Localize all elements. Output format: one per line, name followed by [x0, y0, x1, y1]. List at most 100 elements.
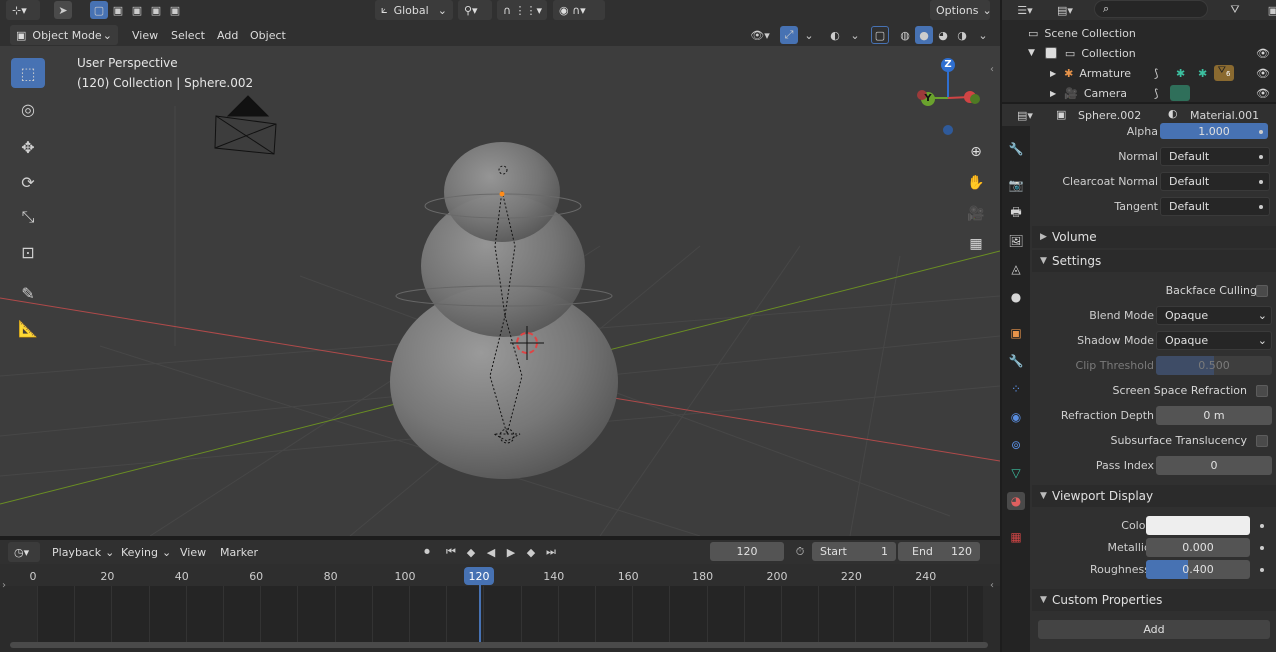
subsurface-checkbox[interactable] — [1256, 435, 1268, 447]
normal-field[interactable]: Default — [1160, 147, 1270, 166]
editor-type-button[interactable]: ⊹▾ — [6, 0, 40, 20]
menu-add[interactable]: Add — [211, 26, 244, 44]
ortho-toggle-button[interactable]: ▦ — [962, 230, 990, 258]
material-shading-icon[interactable]: ◕ — [934, 26, 952, 44]
camera-view-button[interactable]: 🎥 — [962, 200, 990, 228]
custom-properties-panel-header[interactable]: ▼ Custom Properties — [1032, 589, 1276, 611]
camera-object[interactable] — [214, 95, 277, 155]
next-keyframe-icon[interactable]: ◆ — [522, 543, 540, 561]
3d-viewport[interactable]: Z Y User Perspective (120) Collection | … — [0, 46, 1000, 536]
chevron-down-icon[interactable]: ⌄ — [800, 26, 818, 44]
collection-checkbox[interactable] — [1044, 47, 1057, 59]
scene-tab-icon[interactable]: ◬ — [1007, 260, 1025, 278]
overlay-toggle-icon[interactable]: ◐ — [826, 26, 844, 44]
outliner-scene-collection[interactable]: ▭ Scene Collection — [1002, 23, 1276, 43]
new-collection-icon[interactable]: ▣ — [1264, 1, 1276, 19]
pan-button[interactable]: ✋ — [962, 169, 990, 197]
refraction-depth-field[interactable]: 0 m — [1156, 406, 1272, 425]
zoom-button[interactable]: ⊕ — [962, 138, 990, 166]
menu-select[interactable]: Select — [165, 26, 211, 44]
socket-dot-icon[interactable] — [1259, 180, 1263, 184]
menu-view[interactable]: View — [126, 26, 164, 44]
select-intersect-icon[interactable]: ▣ — [166, 1, 184, 19]
output-tab-icon[interactable]: 🖶 — [1007, 204, 1025, 222]
texture-tab-icon[interactable]: ▦ — [1007, 528, 1025, 546]
blend-mode-dropdown[interactable]: Opaque ⌄ — [1156, 306, 1272, 325]
menu-object[interactable]: Object — [244, 26, 292, 44]
outliner-item-collection[interactable]: ▼ ▭ Collection 👁 — [1002, 43, 1276, 63]
rendered-shading-icon[interactable]: ◑ — [953, 26, 971, 44]
xray-toggle-icon[interactable]: ▢ — [871, 26, 889, 44]
eye-icon[interactable]: 👁 — [1256, 47, 1270, 60]
editor-type-button[interactable]: ▤▾ — [1010, 106, 1040, 124]
start-frame-field[interactable]: Start 1 — [812, 542, 896, 561]
select-subtract-icon[interactable]: ▣ — [128, 1, 146, 19]
rotate-tool[interactable]: ⟳ — [11, 167, 45, 197]
eye-icon[interactable]: 👁 — [1256, 67, 1270, 80]
select-box-tool[interactable]: ⬚ — [11, 58, 45, 88]
chevron-right-icon[interactable]: › — [2, 580, 6, 591]
shadow-mode-dropdown[interactable]: Opaque ⌄ — [1156, 331, 1272, 350]
mode-dropdown[interactable]: ▣ Object Mode ⌄ — [10, 25, 118, 45]
socket-dot-icon[interactable] — [1259, 205, 1263, 209]
select-invert-icon[interactable]: ▣ — [147, 1, 165, 19]
color-swatch[interactable] — [1146, 516, 1250, 535]
viewport-display-panel-header[interactable]: ▼ Viewport Display — [1032, 485, 1276, 507]
transform-orientation-dropdown[interactable]: ⟀ Global ⌄ — [375, 0, 453, 20]
chevron-left-icon[interactable]: ‹ — [990, 580, 994, 591]
transform-tool[interactable]: ⊡ — [11, 237, 45, 267]
object-tab-icon[interactable]: ▣ — [1007, 324, 1025, 342]
solid-shading-icon[interactable]: ● — [915, 26, 933, 44]
settings-panel-header[interactable]: ▼ Settings — [1032, 250, 1276, 272]
gizmo-toggle-icon[interactable]: ⤢ — [780, 26, 798, 44]
socket-dot-icon[interactable] — [1259, 155, 1263, 159]
select-extend-icon[interactable]: ▣ — [109, 1, 127, 19]
pass-index-field[interactable]: 0 — [1156, 456, 1272, 475]
keying-menu[interactable]: Keying ⌄ — [115, 543, 177, 561]
play-icon[interactable]: ▶ — [502, 543, 520, 561]
keyframe-area[interactable] — [37, 586, 983, 642]
annotate-tool[interactable]: ✎ — [11, 278, 45, 308]
chevron-left-icon[interactable]: ‹ — [990, 64, 994, 75]
keyframe-dot-icon[interactable] — [1260, 524, 1264, 528]
data-tab-icon[interactable]: ▽ — [1007, 464, 1025, 482]
eye-icon[interactable]: 👁 — [1256, 87, 1270, 100]
pivot-point-dropdown[interactable]: ⚲▾ — [458, 0, 492, 20]
view-layer-tab-icon[interactable]: 🖼 — [1007, 232, 1025, 250]
keyframe-dot-icon[interactable] — [1260, 546, 1264, 550]
add-property-button[interactable]: Add — [1038, 620, 1270, 639]
keyframe-dot-icon[interactable] — [1260, 568, 1264, 572]
select-tool-icon[interactable]: ➤ — [54, 1, 72, 19]
clearcoat-normal-field[interactable]: Default — [1160, 172, 1270, 191]
particles-tab-icon[interactable]: ⁘ — [1007, 380, 1025, 398]
playhead-frame-badge[interactable]: 120 — [464, 567, 494, 585]
record-icon[interactable]: ⏺ — [418, 543, 436, 561]
end-frame-field[interactable]: End 120 — [898, 542, 980, 561]
play-reverse-icon[interactable]: ◀ — [482, 543, 500, 561]
jump-start-icon[interactable]: ⏮ — [442, 543, 460, 561]
move-tool[interactable]: ✥ — [11, 132, 45, 162]
cursor-tool[interactable]: ◎ — [11, 94, 45, 124]
alpha-field[interactable]: 1.000 — [1160, 123, 1268, 139]
world-tab-icon[interactable]: ● — [1007, 288, 1025, 306]
select-new-icon[interactable]: ▢ — [90, 1, 108, 19]
ssr-checkbox[interactable] — [1256, 385, 1268, 397]
editor-type-button[interactable]: ☰▾ — [1010, 1, 1040, 19]
outliner-item-armature[interactable]: ▶ ✱ Armature ⟆ ✱ ✱ ⛛6 👁 — [1002, 63, 1276, 83]
clip-threshold-field[interactable]: 0.500 — [1156, 356, 1272, 375]
material-tab-icon[interactable]: ◕ — [1007, 492, 1025, 510]
measure-tool[interactable]: 📐 — [11, 313, 45, 343]
visibility-dropdown[interactable]: 👁▾ — [746, 26, 774, 44]
modifier-tab-icon[interactable]: 🔧 — [1007, 352, 1025, 370]
wireframe-shading-icon[interactable]: ◍ — [896, 26, 914, 44]
metallic-field[interactable]: 0.000 — [1146, 538, 1250, 557]
chevron-down-icon[interactable]: ⌄ — [974, 26, 992, 44]
prev-keyframe-icon[interactable]: ◆ — [462, 543, 480, 561]
playback-menu[interactable]: Playback ⌄ — [46, 543, 120, 561]
render-tab-icon[interactable]: 📷 — [1007, 176, 1025, 194]
snap-dropdown[interactable]: ∩ ⋮⋮▾ — [497, 0, 547, 20]
display-mode-button[interactable]: ▤▾ — [1050, 1, 1080, 19]
editor-type-button[interactable]: ◷▾ — [8, 542, 40, 562]
tangent-field[interactable]: Default — [1160, 197, 1270, 216]
backface-culling-checkbox[interactable] — [1256, 285, 1268, 297]
